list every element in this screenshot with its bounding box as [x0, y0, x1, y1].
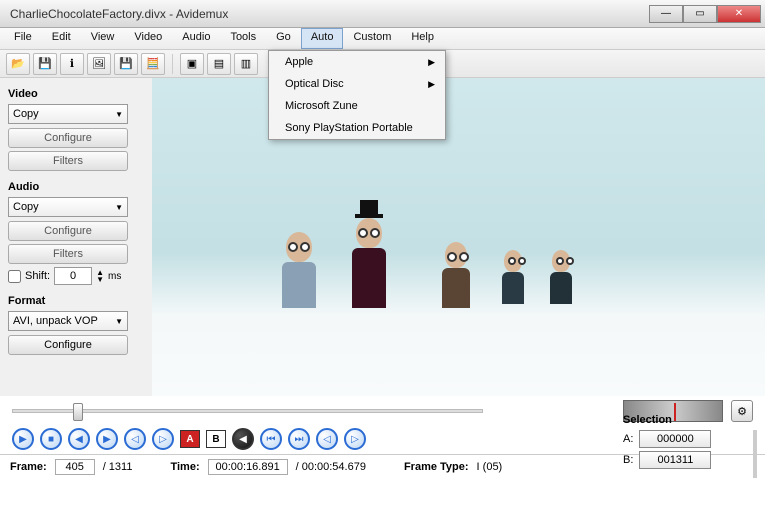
menu-go[interactable]: Go: [266, 28, 301, 49]
video-codec-combo[interactable]: Copy ▼: [8, 104, 128, 124]
format-combo[interactable]: AVI, unpack VOP ▼: [8, 311, 128, 331]
dropdown-label: Apple: [285, 56, 313, 68]
goto-marker-b-button[interactable]: ▷: [344, 428, 366, 450]
window-title: CharlieChocolateFactory.divx - Avidemux: [4, 7, 649, 21]
stop-button[interactable]: ■: [40, 428, 62, 450]
sidebar: Video Copy ▼ Configure Filters Audio Cop…: [0, 78, 152, 396]
next-keyframe-button[interactable]: ▷: [152, 428, 174, 450]
menu-view[interactable]: View: [81, 28, 125, 49]
menu-audio[interactable]: Audio: [172, 28, 220, 49]
video-configure-button[interactable]: Configure: [8, 128, 128, 148]
picture-icon[interactable]: 🖼: [87, 53, 111, 75]
goto-marker-a-button[interactable]: ◁: [316, 428, 338, 450]
disk-icon[interactable]: 💾: [114, 53, 138, 75]
format-section-label: Format: [8, 295, 144, 307]
auto-dropdown: Apple ▶ Optical Disc ▶ Microsoft Zune So…: [268, 50, 446, 140]
toolbar-extra-1-icon[interactable]: ▣: [180, 53, 204, 75]
audio-codec-value: Copy: [13, 201, 39, 213]
toolbar-extra-3-icon[interactable]: ▥: [234, 53, 258, 75]
video-section-label: Video: [8, 88, 144, 100]
selection-panel: Selection A: 000000 B: 001311: [623, 414, 753, 472]
close-button[interactable]: ✕: [717, 5, 761, 23]
selection-label: Selection: [623, 414, 753, 426]
info-icon[interactable]: ℹ: [60, 53, 84, 75]
submenu-arrow-icon: ▶: [428, 79, 435, 90]
dropdown-item-apple[interactable]: Apple ▶: [269, 51, 445, 73]
window-buttons: — ▭ ✕: [649, 5, 761, 23]
shift-checkbox[interactable]: [8, 270, 21, 283]
first-frame-button[interactable]: ⏮: [260, 428, 282, 450]
shift-spinner[interactable]: [54, 267, 92, 285]
dropdown-label: Sony PlayStation Portable: [285, 122, 413, 134]
menu-auto[interactable]: Auto: [301, 28, 344, 49]
format-configure-button[interactable]: Configure: [8, 335, 128, 355]
selection-a-value[interactable]: 000000: [639, 430, 711, 448]
dropdown-item-psp[interactable]: Sony PlayStation Portable: [269, 117, 445, 139]
time-label: Time:: [170, 461, 199, 473]
shift-unit: ms: [108, 271, 121, 282]
menu-edit[interactable]: Edit: [42, 28, 81, 49]
frametype-label: Frame Type:: [404, 461, 469, 473]
format-value: AVI, unpack VOP: [13, 315, 98, 327]
title-bar: CharlieChocolateFactory.divx - Avidemux …: [0, 0, 765, 28]
menu-tools[interactable]: Tools: [220, 28, 266, 49]
time-value[interactable]: 00:00:16.891: [208, 459, 288, 475]
audio-codec-combo[interactable]: Copy ▼: [8, 197, 128, 217]
set-marker-a-button[interactable]: A: [180, 430, 200, 448]
frame-total: / 1311: [103, 461, 133, 473]
prev-black-button[interactable]: ◀: [232, 428, 254, 450]
audio-filters-button[interactable]: Filters: [8, 244, 128, 264]
submenu-arrow-icon: ▶: [428, 57, 435, 68]
frame-value[interactable]: 405: [55, 459, 95, 475]
selection-b-value[interactable]: 001311: [639, 451, 711, 469]
chevron-down-icon: ▼: [115, 110, 123, 119]
open-icon[interactable]: 📂: [6, 53, 30, 75]
play-controls: ▶ ■ ◀ ▶ ◁ ▷ A B ◀ ⏮ ⏭ ◁ ▷ Selection A: 0…: [0, 426, 765, 454]
set-marker-b-button[interactable]: B: [206, 430, 226, 448]
video-codec-value: Copy: [13, 108, 39, 120]
menu-file[interactable]: File: [4, 28, 42, 49]
chevron-down-icon: ▼: [115, 203, 123, 212]
selection-a-label: A:: [623, 433, 633, 445]
selection-b-label: B:: [623, 454, 633, 466]
menu-help[interactable]: Help: [401, 28, 444, 49]
prev-frame-button[interactable]: ◀: [68, 428, 90, 450]
time-total: / 00:00:54.679: [296, 461, 366, 473]
chevron-down-icon: ▼: [115, 317, 123, 326]
dropdown-label: Microsoft Zune: [285, 100, 358, 112]
prev-keyframe-button[interactable]: ◁: [124, 428, 146, 450]
dropdown-item-zune[interactable]: Microsoft Zune: [269, 95, 445, 117]
calc-icon[interactable]: 🧮: [141, 53, 165, 75]
dropdown-label: Optical Disc: [285, 78, 344, 90]
menu-custom[interactable]: Custom: [343, 28, 401, 49]
audio-section-label: Audio: [8, 181, 144, 193]
dropdown-item-optical[interactable]: Optical Disc ▶: [269, 73, 445, 95]
last-frame-button[interactable]: ⏭: [288, 428, 310, 450]
shift-label: Shift:: [25, 270, 50, 282]
frametype-value: I (05): [477, 461, 503, 473]
audio-shift-row: Shift: ▲▼ ms: [8, 267, 144, 285]
audio-configure-button[interactable]: Configure: [8, 221, 128, 241]
maximize-button[interactable]: ▭: [683, 5, 717, 23]
video-preview: [152, 78, 765, 396]
menu-bar: File Edit View Video Audio Tools Go Auto…: [0, 28, 765, 50]
play-button[interactable]: ▶: [12, 428, 34, 450]
shift-updown-icon[interactable]: ▲▼: [96, 269, 104, 283]
next-frame-button[interactable]: ▶: [96, 428, 118, 450]
minimize-button[interactable]: —: [649, 5, 683, 23]
toolbar-extra-2-icon[interactable]: ▤: [207, 53, 231, 75]
volume-slider[interactable]: [753, 430, 757, 478]
seek-thumb[interactable]: [73, 403, 83, 421]
movie-frame: [152, 78, 765, 396]
menu-video[interactable]: Video: [124, 28, 172, 49]
frame-label: Frame:: [10, 461, 47, 473]
toolbar-separator: [172, 54, 173, 74]
seek-slider[interactable]: [12, 409, 483, 413]
video-filters-button[interactable]: Filters: [8, 151, 128, 171]
save-icon[interactable]: 💾: [33, 53, 57, 75]
